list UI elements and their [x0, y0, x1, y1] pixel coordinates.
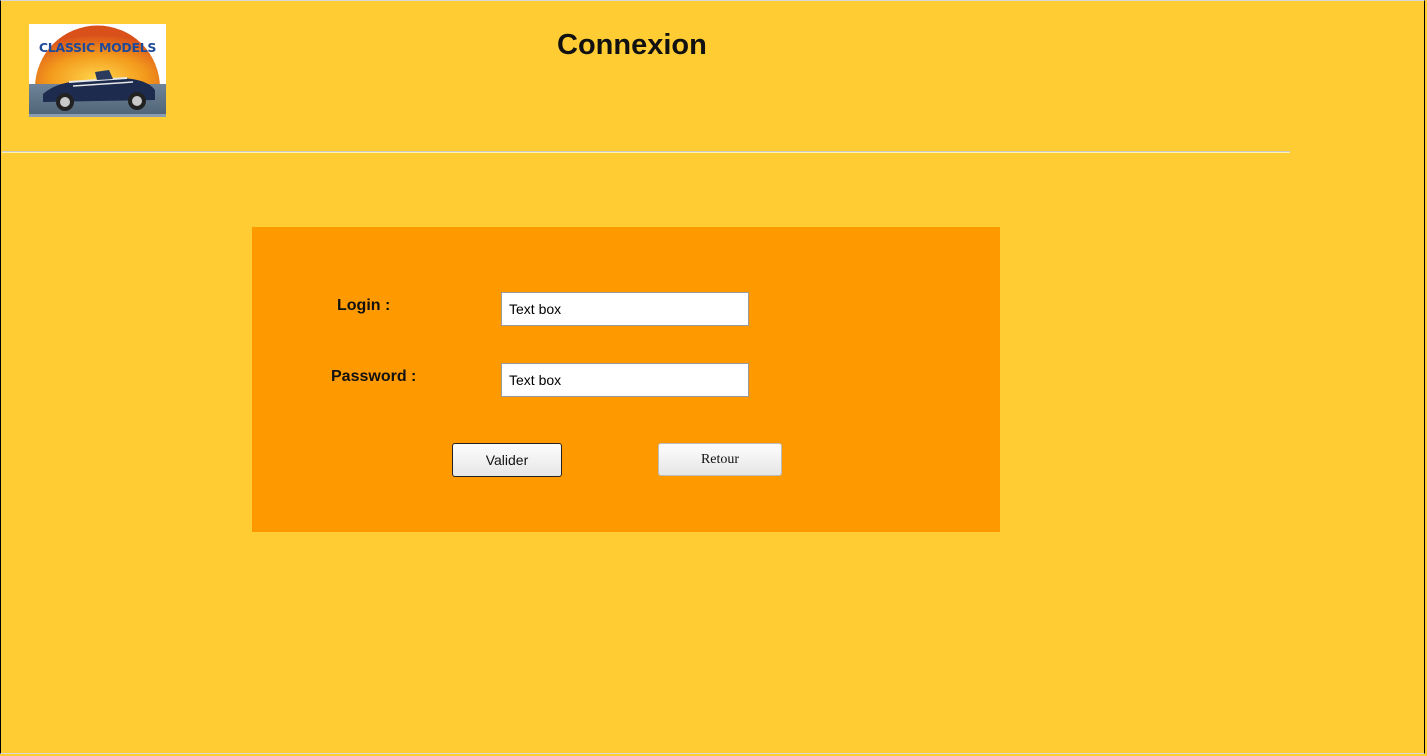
- valider-button[interactable]: Valider: [452, 443, 562, 477]
- header-divider: [2, 151, 1290, 153]
- login-input[interactable]: [501, 292, 749, 326]
- retour-button[interactable]: Retour: [658, 443, 782, 476]
- login-label: Login :: [337, 297, 391, 314]
- classic-models-logo: CLASSIC MODELS: [29, 24, 166, 117]
- login-panel: Login : Password : Valider Retour: [252, 227, 1000, 532]
- password-label: Password :: [331, 368, 417, 385]
- password-input[interactable]: [501, 363, 749, 397]
- logo-graphic: [29, 24, 166, 117]
- logo-text: CLASSIC MODELS: [38, 40, 157, 55]
- page-title: Connexion: [557, 29, 707, 61]
